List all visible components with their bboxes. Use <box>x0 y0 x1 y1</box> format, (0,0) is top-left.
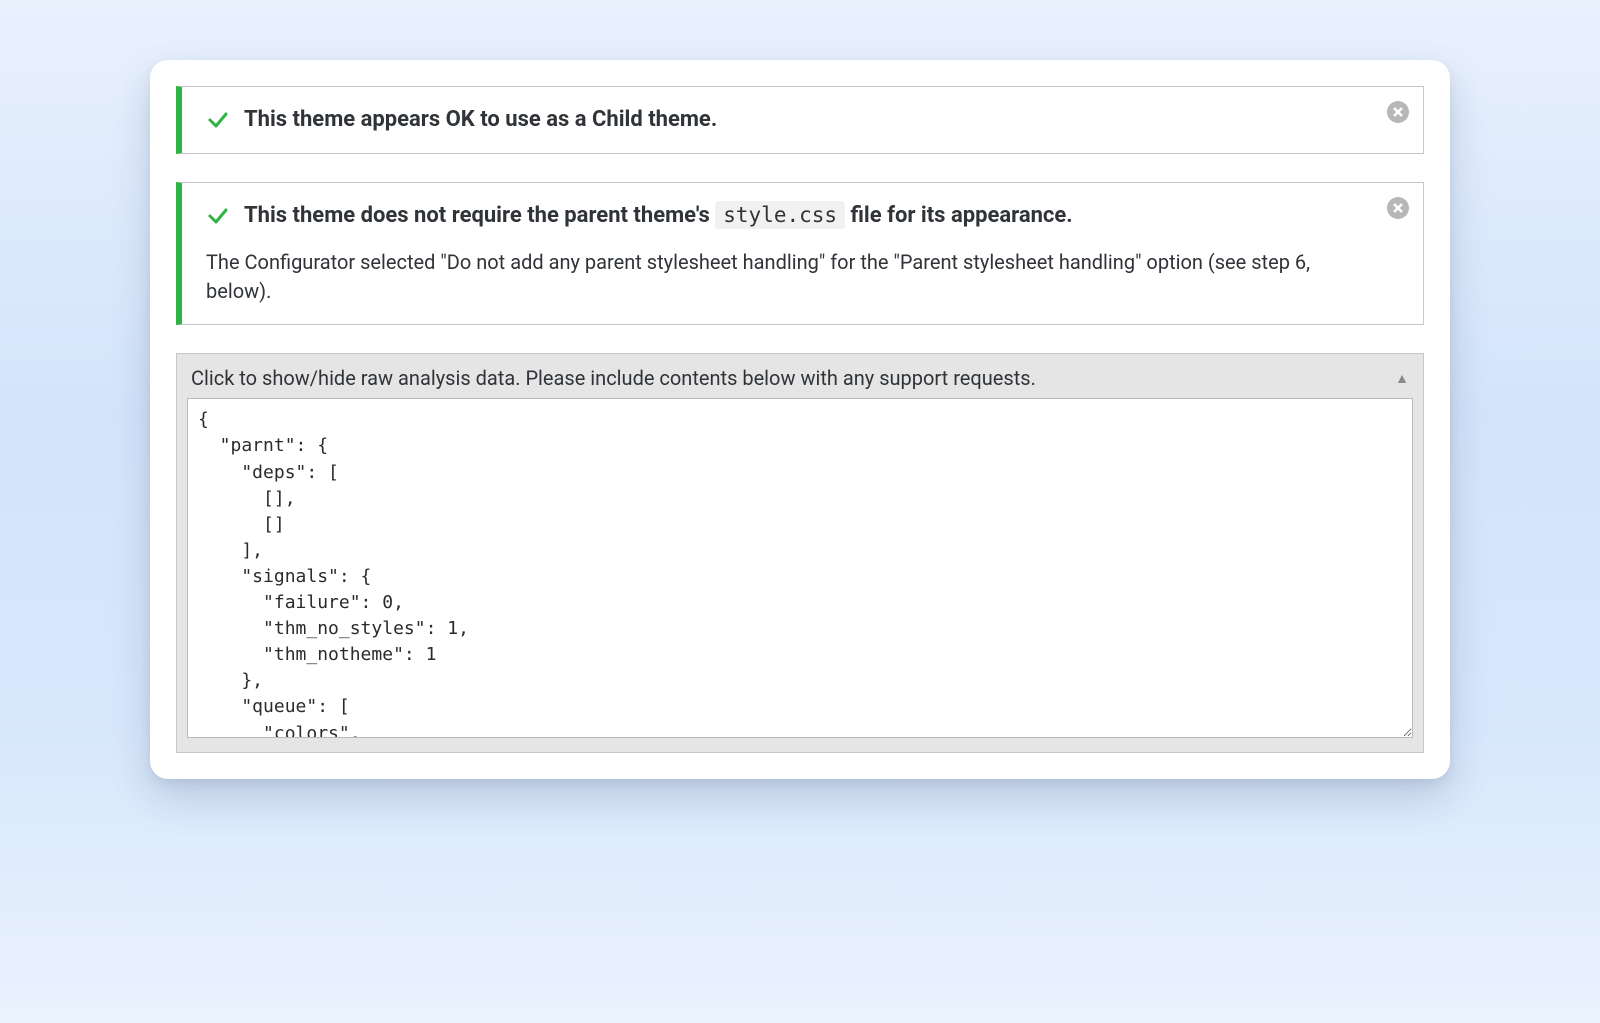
notice-title-text: This theme appears OK to use as a Child … <box>244 107 717 132</box>
analysis-toggle-label: Click to show/hide raw analysis data. Pl… <box>191 366 1036 390</box>
notice-title: This theme appears OK to use as a Child … <box>244 105 717 135</box>
notice-title: This theme does not require the parent t… <box>244 201 1073 231</box>
close-icon[interactable] <box>1387 101 1409 123</box>
notice-title-code: style.css <box>715 201 845 229</box>
notice-title-pre: This theme does not require the parent t… <box>244 203 715 228</box>
analysis-toggle[interactable]: Click to show/hide raw analysis data. Pl… <box>187 362 1413 398</box>
config-card: This theme appears OK to use as a Child … <box>150 60 1450 779</box>
analysis-raw-textarea[interactable] <box>187 398 1413 738</box>
check-icon <box>206 108 230 132</box>
analysis-panel: Click to show/hide raw analysis data. Pl… <box>176 353 1424 753</box>
notice-parent-stylesheet: This theme does not require the parent t… <box>176 182 1424 326</box>
notice-child-theme-ok: This theme appears OK to use as a Child … <box>176 86 1424 154</box>
notice-title-post: file for its appearance. <box>845 203 1073 228</box>
notice-body: The Configurator selected "Do not add an… <box>206 248 1373 306</box>
triangle-up-icon: ▲ <box>1395 370 1409 387</box>
close-icon[interactable] <box>1387 197 1409 219</box>
check-icon <box>206 204 230 228</box>
